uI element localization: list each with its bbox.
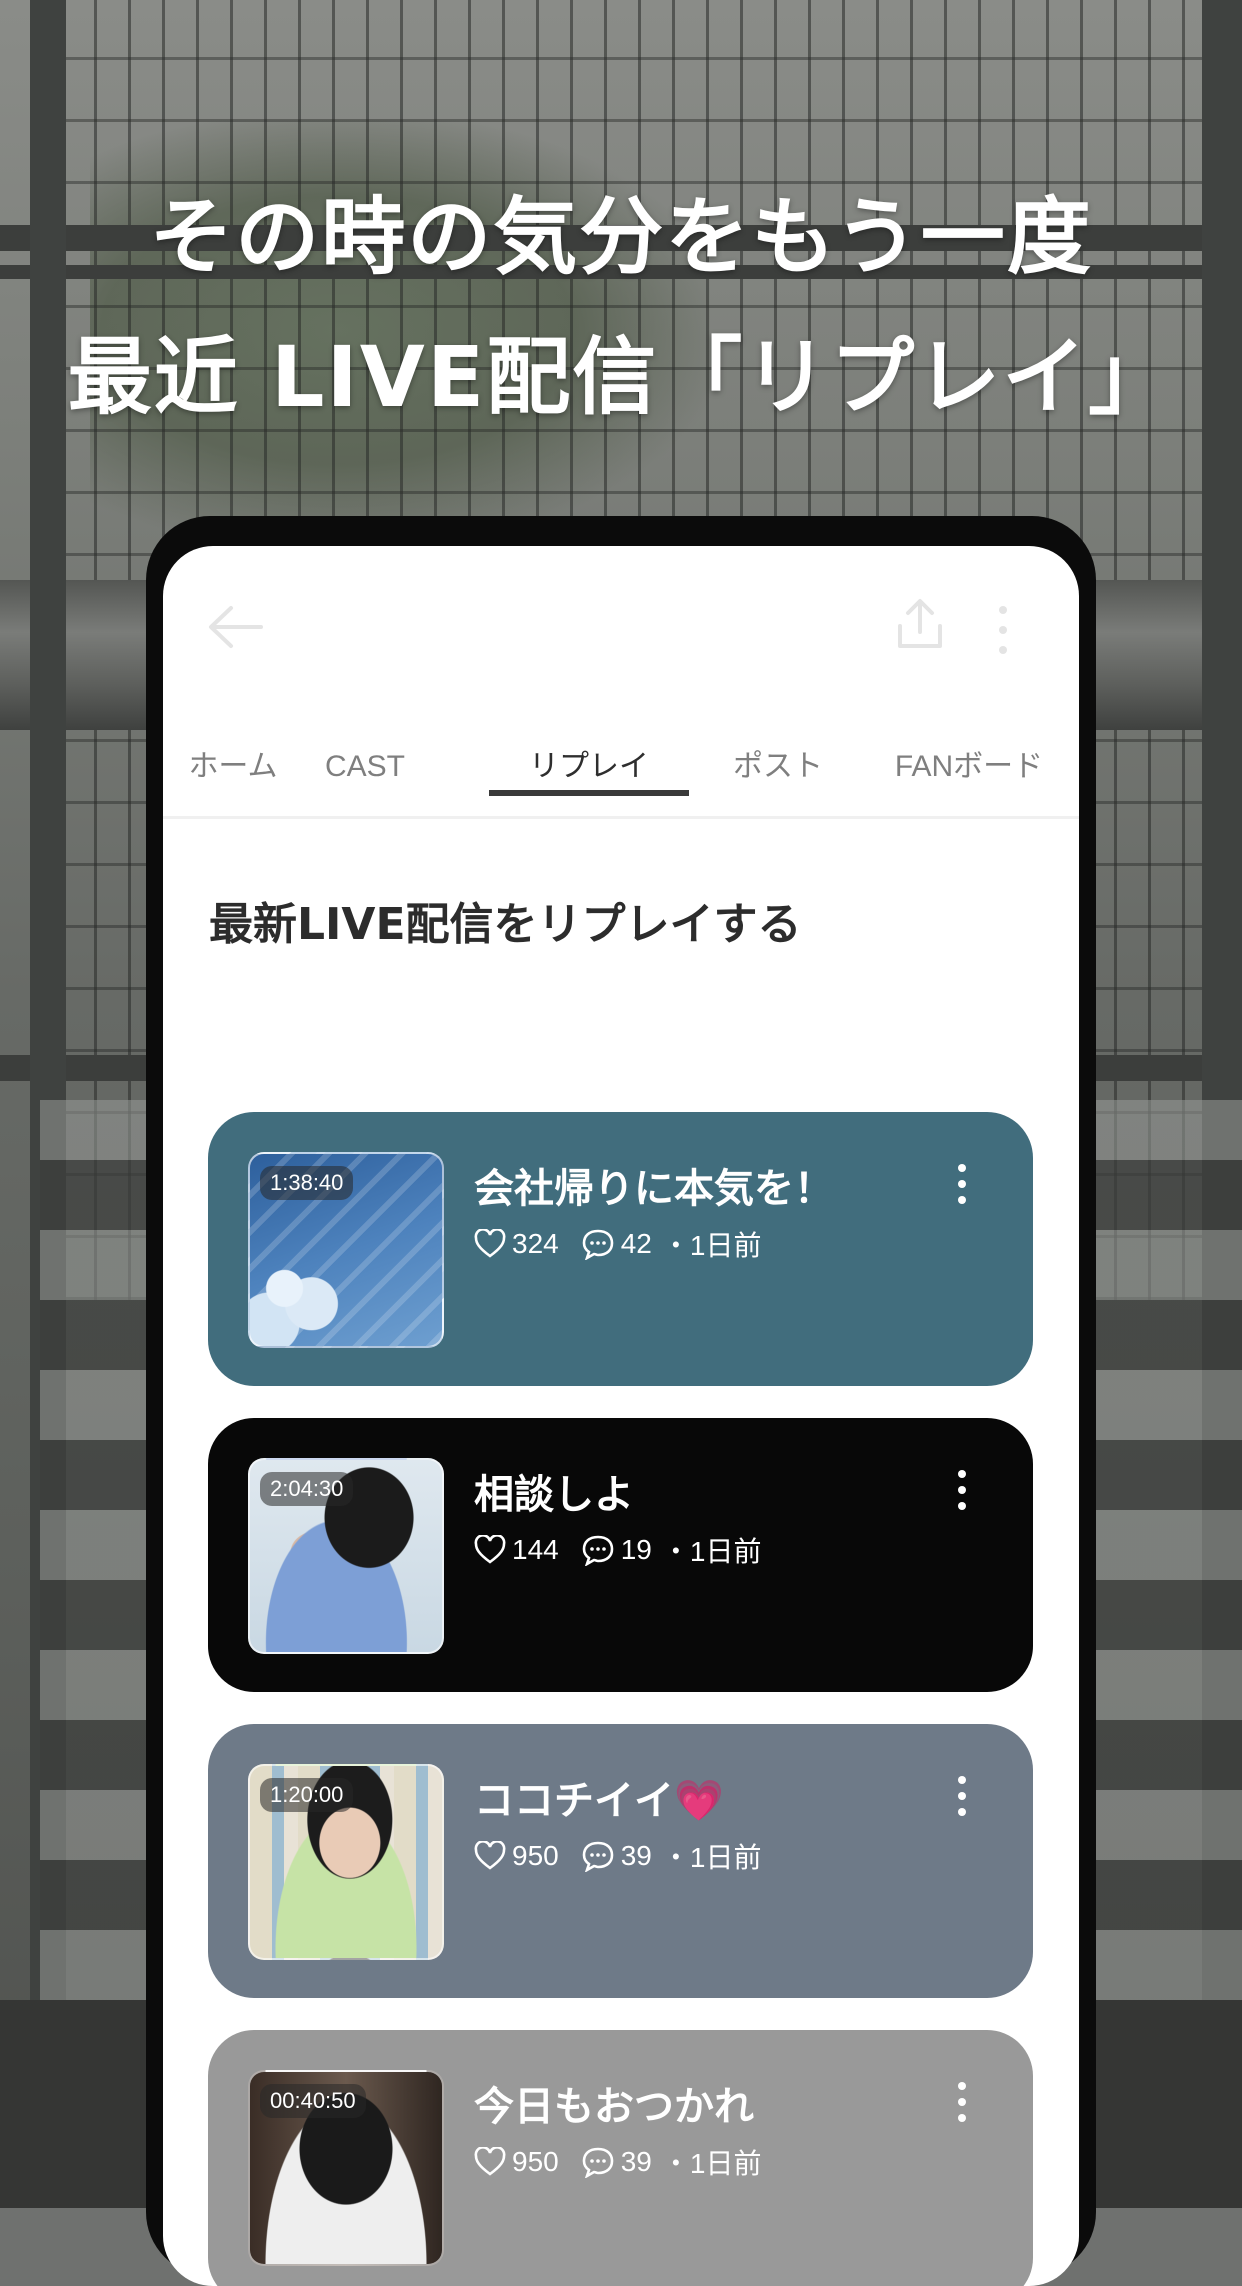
replay-title: 会社帰りに本気を！ [474,1166,834,1212]
share-upload-icon[interactable] [895,596,945,652]
like-count: 144 [512,1534,559,1565]
replay-title: 今日もおつかれ [474,2084,754,2130]
replay-stats: 144 19 ・1日前 [474,1530,761,1570]
replay-card[interactable]: 00:40:50 今日もおつかれ 950 39 ・1日前 [208,2030,1033,2286]
tab-replay[interactable]: リプレイ [489,732,689,816]
more-vertical-icon[interactable] [952,1772,972,1822]
posted-time: ・1日前 [661,1230,762,1261]
replay-stats: 950 39 ・1日前 [474,2142,761,2182]
more-vertical-icon[interactable] [993,602,1013,658]
headline-line-2: 最近 LIVE配信「リプレイ」 [67,328,1175,426]
replay-title: ココチイイ💗 [474,1778,724,1824]
comment-bubble-icon [582,2147,614,2178]
tab-bar: ホーム CAST リプレイ ポスト FANボード [163,732,1079,819]
like-count: 324 [512,1228,559,1259]
replay-card[interactable]: 1:38:40 会社帰りに本気を！ 324 42 ・1日前 [208,1112,1033,1386]
heart-icon [474,1229,506,1258]
duration-badge: 1:38:40 [260,1166,354,1200]
tab-fan-board[interactable]: FANボード [869,732,1069,816]
top-bar [163,546,1079,696]
duration-badge: 00:40:50 [260,2084,366,2118]
duration-badge: 1:20:00 [260,1778,354,1812]
posted-time: ・1日前 [661,1536,762,1567]
posted-time: ・1日前 [661,1842,762,1873]
replay-thumbnail: 1:38:40 [248,1152,444,1348]
duration-badge: 2:04:30 [260,1472,354,1506]
comment-count: 42 [620,1228,652,1259]
replay-thumbnail: 00:40:50 [248,2070,444,2266]
replay-card[interactable]: 1:20:00 ココチイイ💗 950 39 ・1日前 [208,1724,1033,1998]
app-screen: ホーム CAST リプレイ ポスト FANボード 最新LIVE配信をリプレイする… [163,546,1079,2286]
heart-icon [474,2147,506,2176]
heart-icon [474,1535,506,1564]
like-count: 950 [512,1840,559,1871]
active-tab-indicator [489,790,689,796]
headline-line-1: その時の気分をもう一度 [149,188,1093,286]
section-title: 最新LIVE配信をリプレイする [209,899,802,950]
replay-stats: 950 39 ・1日前 [474,1836,761,1876]
comment-bubble-icon [582,1229,614,1260]
replay-title: 相談しよ [474,1472,634,1518]
heart-icon [474,1841,506,1870]
more-vertical-icon[interactable] [952,1466,972,1516]
replay-stats: 324 42 ・1日前 [474,1224,761,1264]
more-vertical-icon[interactable] [952,2078,972,2128]
tab-home[interactable]: ホーム [169,732,297,816]
comment-count: 39 [620,2146,652,2177]
comment-bubble-icon [582,1535,614,1566]
phone-frame: ホーム CAST リプレイ ポスト FANボード 最新LIVE配信をリプレイする… [146,516,1096,2286]
tab-cast[interactable]: CAST [303,732,427,816]
comment-count: 19 [620,1534,652,1565]
comment-bubble-icon [582,1841,614,1872]
more-vertical-icon[interactable] [952,1160,972,1210]
posted-time: ・1日前 [661,2148,762,2179]
tab-post[interactable]: ポスト [703,732,853,816]
comment-count: 39 [620,1840,652,1871]
replay-card[interactable]: 2:04:30 相談しよ 144 19 ・1日前 [208,1418,1033,1692]
replay-thumbnail: 1:20:00 [248,1764,444,1960]
arrow-left-icon[interactable] [205,602,265,652]
like-count: 950 [512,2146,559,2177]
replay-thumbnail: 2:04:30 [248,1458,444,1654]
